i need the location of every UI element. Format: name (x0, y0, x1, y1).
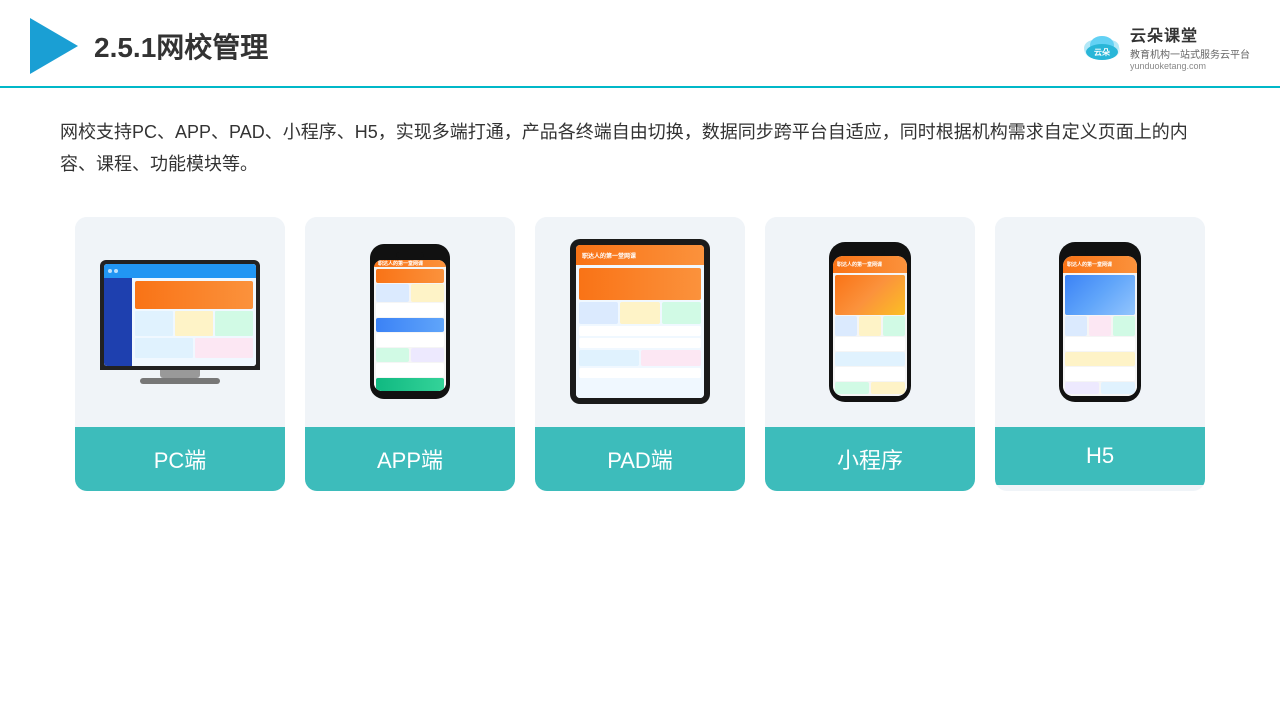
card-pc-image (75, 217, 285, 427)
card-pad-label: PAD端 (535, 427, 745, 491)
header: 2.5.1网校管理 云朵 云朵课堂 教育机构一站式服务云平台 yunduoket… (0, 0, 1280, 88)
card-h5-image: 职达人的第一堂网课 (995, 217, 1205, 427)
cards-container: PC端 职达人的第一堂网课 (60, 217, 1220, 491)
brand-text: 云朵课堂 教育机构一站式服务云平台 yunduoketang.com (1130, 22, 1250, 71)
card-pad-image: 职达人的第一堂网课 (535, 217, 745, 427)
tablet-body: 职达人的第一堂网课 (570, 239, 710, 404)
card-app: 职达人的第一堂网课 (305, 217, 515, 491)
page-title: 2.5.1网校管理 (94, 26, 268, 66)
mini-phone-device: 职达人的第一堂网课 (829, 242, 911, 402)
svg-text:云朵: 云朵 (1094, 47, 1110, 57)
header-right: 云朵 云朵课堂 教育机构一站式服务云平台 yunduoketang.com (1080, 22, 1250, 71)
header-left: 2.5.1网校管理 (30, 18, 268, 74)
card-mini-label: 小程序 (765, 427, 975, 491)
app-phone-device: 职达人的第一堂网课 (370, 244, 450, 399)
brand-tagline: 教育机构一站式服务云平台 (1130, 46, 1250, 61)
logo-triangle-icon (30, 18, 78, 74)
brand-domain: yunduoketang.com (1130, 61, 1206, 71)
card-pc-label: PC端 (75, 427, 285, 491)
app-phone-body: 职达人的第一堂网课 (370, 244, 450, 399)
cloud-icon: 云朵 (1080, 30, 1124, 62)
pc-monitor (100, 260, 260, 370)
tablet-device: 职达人的第一堂网课 (570, 239, 710, 404)
h5-phone-body: 职达人的第一堂网课 (1059, 242, 1141, 402)
pc-screen (104, 264, 256, 366)
content: 网校支持PC、APP、PAD、小程序、H5，实现多端打通，产品各终端自由切换，数… (0, 88, 1280, 511)
brand-name: 云朵课堂 (1130, 22, 1198, 46)
card-app-image: 职达人的第一堂网课 (305, 217, 515, 427)
brand-logo: 云朵 云朵课堂 教育机构一站式服务云平台 yunduoketang.com (1080, 22, 1250, 71)
description-text: 网校支持PC、APP、PAD、小程序、H5，实现多端打通，产品各终端自由切换，数… (60, 116, 1220, 181)
pc-device (100, 260, 260, 384)
card-h5-label: H5 (995, 427, 1205, 485)
card-h5: 职达人的第一堂网课 (995, 217, 1205, 491)
card-pc: PC端 (75, 217, 285, 491)
card-mini-image: 职达人的第一堂网课 (765, 217, 975, 427)
mini-phone-body: 职达人的第一堂网课 (829, 242, 911, 402)
card-pad: 职达人的第一堂网课 (535, 217, 745, 491)
card-mini: 职达人的第一堂网课 (765, 217, 975, 491)
h5-phone-device: 职达人的第一堂网课 (1059, 242, 1141, 402)
card-app-label: APP端 (305, 427, 515, 491)
